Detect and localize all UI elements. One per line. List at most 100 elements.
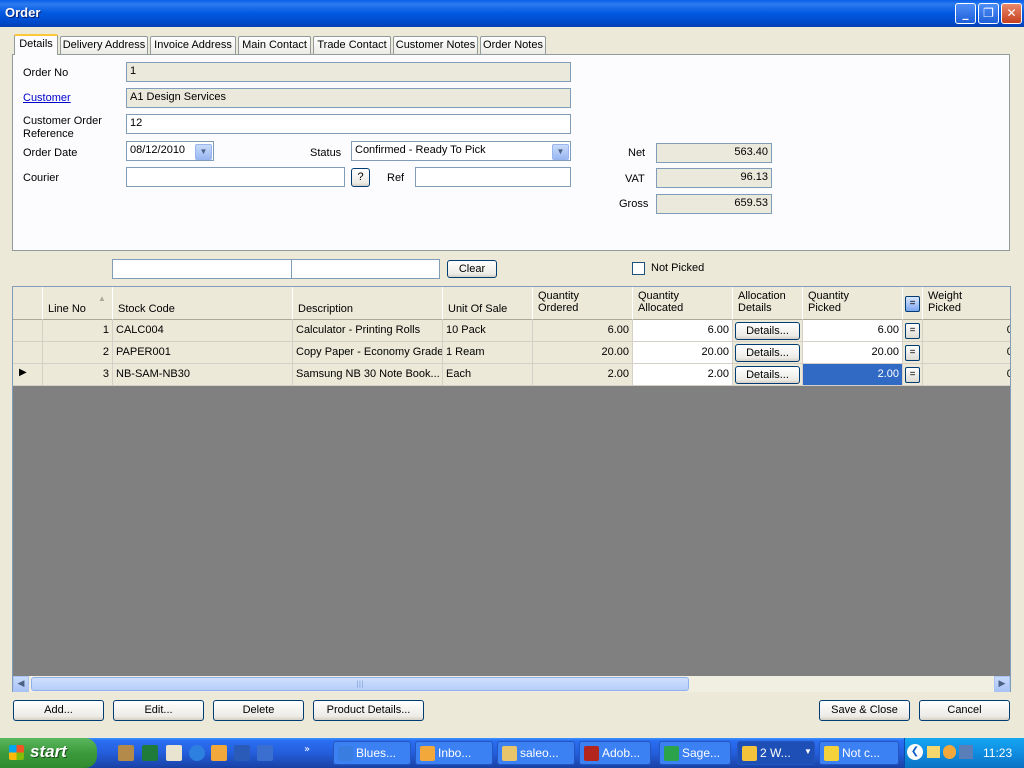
gross-field: 659.53: [656, 194, 772, 214]
table-row[interactable]: 1 CALC004 Calculator - Printing Rolls 10…: [13, 320, 1010, 342]
tab-main-contact[interactable]: Main Contact: [238, 36, 311, 54]
header-quantity-allocated[interactable]: Quantity Allocated: [633, 287, 733, 320]
scrollbar-thumb[interactable]: |||: [31, 677, 689, 691]
add-button[interactable]: Add...: [13, 700, 104, 721]
tab-trade-contact[interactable]: Trade Contact: [313, 36, 391, 54]
qty-picked-cell[interactable]: 20.00: [803, 342, 903, 364]
qty-picked-cell[interactable]: 6.00: [803, 320, 903, 342]
product-details-button[interactable]: Product Details...: [313, 700, 424, 721]
mail-icon[interactable]: [927, 746, 940, 758]
current-row-arrow-icon[interactable]: ▶: [13, 364, 43, 386]
tray-expand-icon[interactable]: ❮: [907, 744, 923, 760]
clear-filter-button[interactable]: Clear: [447, 260, 497, 278]
task-label: Adob...: [602, 746, 641, 760]
word-icon[interactable]: [234, 745, 250, 761]
chevron-down-icon[interactable]: ▼: [195, 144, 212, 160]
chevron-down-icon[interactable]: ▼: [552, 144, 569, 160]
stock-code-filter-input[interactable]: [112, 259, 292, 279]
ref-field[interactable]: [415, 167, 571, 187]
quicklaunch-overflow-icon[interactable]: »: [304, 744, 310, 755]
scroll-left-icon[interactable]: ◀: [13, 676, 29, 692]
taskbar-item-group[interactable]: 2 W... ▼: [737, 741, 815, 765]
header-allocation-details[interactable]: Allocation Details: [733, 287, 803, 320]
qty-picked-cell-selected[interactable]: 2.00: [803, 364, 903, 386]
tab-order-notes[interactable]: Order Notes: [480, 36, 546, 54]
quicklaunch-app-icon[interactable]: [118, 745, 134, 761]
row-selector[interactable]: [13, 320, 43, 342]
qty-allocated-cell[interactable]: 20.00: [633, 342, 733, 364]
taskbar-item[interactable]: Blues...: [333, 741, 411, 765]
table-row[interactable]: ▶ 3 NB-SAM-NB30 Samsung NB 30 Note Book.…: [13, 364, 1010, 386]
cancel-button[interactable]: Cancel: [919, 700, 1010, 721]
status-value: Confirmed - Ready To Pick: [355, 144, 486, 156]
header-line-no[interactable]: Line No ▲: [43, 287, 113, 320]
pick-line-button[interactable]: =: [905, 345, 920, 361]
taskbar-item[interactable]: Not c...: [819, 741, 899, 765]
task-app-icon: [420, 746, 435, 761]
header-weight-picked-line2: Picked: [928, 302, 962, 314]
title-bar[interactable]: Order _ ❐ ✕: [0, 0, 1024, 27]
minimize-button[interactable]: _: [955, 3, 976, 24]
taskbar-item[interactable]: Sage...: [659, 741, 731, 765]
pick-line-button[interactable]: =: [905, 323, 920, 339]
excel-icon[interactable]: [142, 745, 158, 761]
start-label: start: [30, 742, 67, 761]
description-filter-input[interactable]: [291, 259, 440, 279]
taskbar: start » Blues... Inbo... saleo... Adob..…: [0, 738, 1024, 768]
save-close-button[interactable]: Save & Close: [819, 700, 910, 721]
allocation-details-button[interactable]: Details...: [735, 366, 800, 384]
outlook-icon[interactable]: [211, 745, 227, 761]
allocation-details-button[interactable]: Details...: [735, 344, 800, 362]
header-quantity-ordered[interactable]: Quantity Ordered: [533, 287, 633, 320]
customer-link[interactable]: Customer: [23, 92, 71, 104]
pick-line-button[interactable]: =: [905, 367, 920, 383]
details-panel: Order No 1 Customer A1 Design Services C…: [12, 54, 1010, 251]
tab-delivery-address[interactable]: Delivery Address: [60, 36, 148, 54]
internet-explorer-icon[interactable]: [189, 745, 205, 761]
header-stock-code[interactable]: Stock Code: [113, 287, 293, 320]
qty-allocated-cell[interactable]: 6.00: [633, 320, 733, 342]
allocation-details-button[interactable]: Details...: [735, 322, 800, 340]
taskbar-item[interactable]: Inbo...: [415, 741, 493, 765]
start-button[interactable]: start: [0, 738, 97, 768]
close-button[interactable]: ✕: [1001, 3, 1022, 24]
row-selector[interactable]: [13, 342, 43, 364]
edit-button[interactable]: Edit...: [113, 700, 204, 721]
courier-field[interactable]: [126, 167, 345, 187]
pick-all-button[interactable]: =: [905, 296, 920, 312]
not-picked-checkbox[interactable]: [632, 262, 645, 275]
header-weight-picked[interactable]: Weight Picked: [923, 287, 1010, 320]
outlook-tray-icon[interactable]: [943, 745, 956, 759]
allocation-details-cell: Details...: [733, 320, 803, 342]
pick-line-cell: =: [903, 342, 923, 364]
system-tray: ❮ 11:23: [904, 738, 1024, 768]
delete-button[interactable]: Delete: [213, 700, 304, 721]
tab-invoice-address[interactable]: Invoice Address: [150, 36, 236, 54]
table-row[interactable]: 2 PAPER001 Copy Paper - Economy Grade 1 …: [13, 342, 1010, 364]
courier-label: Courier: [23, 172, 60, 184]
order-date-picker[interactable]: 08/12/2010 ▼: [126, 141, 214, 161]
taskbar-item[interactable]: Adob...: [579, 741, 651, 765]
document-icon[interactable]: [166, 745, 182, 761]
header-description[interactable]: Description: [293, 287, 443, 320]
quicklaunch-app-icon[interactable]: [257, 745, 273, 761]
taskbar-item[interactable]: saleo...: [497, 741, 575, 765]
vat-field: 96.13: [656, 168, 772, 188]
stock-code-cell: NB-SAM-NB30: [113, 364, 293, 386]
qty-allocated-cell[interactable]: 2.00: [633, 364, 733, 386]
header-unit-of-sale[interactable]: Unit Of Sale: [443, 287, 533, 320]
network-icon[interactable]: [959, 745, 973, 759]
order-lines-grid[interactable]: Line No ▲ Stock Code Description Unit Of…: [12, 286, 1011, 692]
header-quantity-ordered-line1: Quantity: [538, 290, 579, 302]
scroll-right-icon[interactable]: ▶: [994, 676, 1010, 692]
header-quantity-picked[interactable]: Quantity Picked: [803, 287, 903, 320]
restore-button[interactable]: ❐: [978, 3, 999, 24]
tab-details[interactable]: Details: [14, 34, 58, 55]
qty-ordered-cell: 2.00: [533, 364, 633, 386]
status-label: Status: [310, 147, 342, 159]
status-select[interactable]: Confirmed - Ready To Pick ▼: [351, 141, 571, 161]
tab-customer-notes[interactable]: Customer Notes: [393, 36, 478, 54]
customer-order-ref-field[interactable]: 12: [126, 114, 571, 134]
horizontal-scrollbar[interactable]: ◀ ||| ▶: [13, 676, 1010, 692]
courier-lookup-button[interactable]: ?: [351, 168, 370, 187]
